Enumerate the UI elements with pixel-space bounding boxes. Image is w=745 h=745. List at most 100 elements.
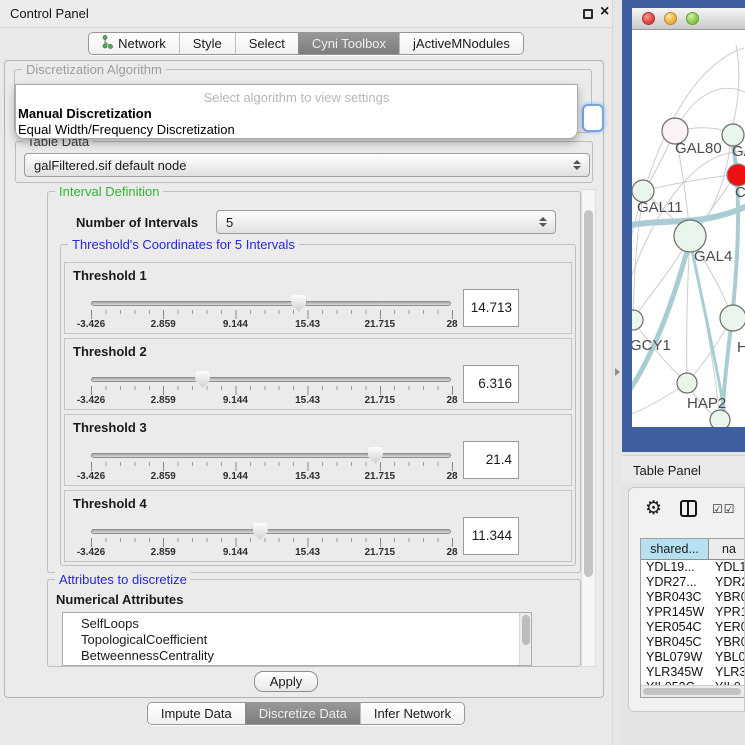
control-panel-titlebar: Control Panel × bbox=[0, 0, 612, 28]
node-red[interactable] bbox=[727, 164, 745, 186]
table-panel-toolbar: ⚙ ☑☑ bbox=[629, 488, 745, 532]
spinner-icon bbox=[573, 160, 581, 170]
number-of-intervals-label: Number of Intervals bbox=[76, 215, 198, 230]
dropdown-item-equal-width[interactable]: Equal Width/Frequency Discretization bbox=[18, 122, 235, 137]
tab-network[interactable]: Network bbox=[89, 33, 179, 54]
threshold-slider-track[interactable] bbox=[91, 529, 451, 534]
threshold-row: Threshold 4 -3.426 2.859 9.144 15.43 21.… bbox=[64, 490, 572, 562]
tab-jactivemnodules[interactable]: jActiveMNodules bbox=[399, 33, 523, 54]
tick-label: 28 bbox=[446, 319, 457, 330]
column-header-shared-name[interactable]: shared... bbox=[641, 539, 709, 560]
tick-label: -3.426 bbox=[77, 395, 105, 406]
attributes-list[interactable]: SelfLoops TopologicalCoefficient Between… bbox=[62, 612, 532, 666]
tick-label: 9.144 bbox=[223, 471, 248, 482]
attribute-list-item[interactable]: TopologicalCoefficient bbox=[63, 632, 518, 648]
zoom-traffic-light[interactable] bbox=[686, 12, 699, 25]
table-row[interactable]: YBR045C YBR0 bbox=[641, 635, 745, 650]
table-row[interactable]: YPR145W YPR1 bbox=[641, 605, 745, 620]
interval-definition-group: Interval Definition Number of Intervals … bbox=[47, 191, 581, 573]
threshold-value-field[interactable]: 11.344 bbox=[463, 517, 519, 555]
tick-label: 2.859 bbox=[151, 547, 176, 558]
tab-impute-data[interactable]: Impute Data bbox=[148, 703, 245, 724]
slider-tick-labels: -3.426 2.859 9.144 15.43 21.715 28 bbox=[91, 395, 452, 407]
table-data-combobox[interactable]: galFiltered.sif default node bbox=[24, 153, 590, 177]
tab-infer-network[interactable]: Infer Network bbox=[360, 703, 464, 724]
node-hap2[interactable] bbox=[677, 373, 697, 393]
table-panel-titlebar: Table Panel bbox=[622, 455, 745, 483]
table-row[interactable]: YLR345W YLR3 bbox=[641, 665, 745, 680]
network-canvas[interactable]: GAL80 GA C GAL11 GAL4 GCY1 H HAP2 bbox=[632, 30, 745, 427]
tick-label: 15.43 bbox=[295, 319, 320, 330]
network-window-titlebar[interactable] bbox=[632, 8, 745, 30]
label-hap2: HAP2 bbox=[687, 395, 726, 412]
tick-label: 9.144 bbox=[223, 547, 248, 558]
close-icon[interactable]: × bbox=[600, 3, 609, 21]
node-table: shared... na YDL19... YDL1 YDR27... YDR2… bbox=[640, 538, 745, 698]
attribute-list-item[interactable]: BetweennessCentrality bbox=[63, 648, 518, 664]
threshold-label: Threshold 4 bbox=[73, 496, 147, 511]
slider-tick-labels: -3.426 2.859 9.144 15.43 21.715 28 bbox=[91, 319, 452, 331]
table-row[interactable]: YER054C YER0 bbox=[641, 620, 745, 635]
label-partial-c: C bbox=[735, 184, 745, 201]
table-row[interactable]: YDR27... YDR2 bbox=[641, 575, 745, 590]
node-gcy1[interactable] bbox=[632, 310, 643, 330]
tick-label: 21.715 bbox=[365, 547, 396, 558]
tick-label: 15.43 bbox=[295, 395, 320, 406]
columns-icon[interactable] bbox=[680, 500, 697, 517]
node-bottom[interactable] bbox=[710, 410, 730, 427]
label-gcy1: GCY1 bbox=[632, 337, 671, 354]
slider-ticks bbox=[91, 386, 453, 395]
panel-title: Control Panel bbox=[10, 6, 89, 21]
column-header-name[interactable]: na bbox=[709, 539, 745, 560]
gear-icon[interactable]: ⚙ bbox=[645, 497, 662, 519]
table-row[interactable]: YBL079W YBL0 bbox=[641, 650, 745, 665]
number-of-intervals-combobox[interactable]: 5 bbox=[216, 210, 556, 234]
threshold-row: Threshold 1 -3.426 2.859 9.144 15.43 21.… bbox=[64, 262, 572, 334]
attributes-scrollbar[interactable] bbox=[519, 613, 531, 665]
apply-button[interactable]: Apply bbox=[254, 671, 318, 692]
panel-divider-handle[interactable] bbox=[615, 368, 620, 376]
panel-divider[interactable] bbox=[612, 0, 622, 745]
tab-discretize-data[interactable]: Discretize Data bbox=[245, 703, 360, 724]
scrollbar-thumb[interactable] bbox=[584, 210, 593, 577]
node-right-mid[interactable] bbox=[720, 305, 745, 331]
tab-cyni-toolbox[interactable]: Cyni Toolbox bbox=[298, 33, 399, 54]
network-window: GAL80 GA C GAL11 GAL4 GCY1 H HAP2 bbox=[632, 8, 745, 427]
table-header: shared... na bbox=[641, 539, 745, 560]
table-row[interactable]: YDL19... YDL1 bbox=[641, 560, 745, 575]
table-data-group: Table Data galFiltered.sif default node bbox=[15, 141, 593, 183]
group-title: Discretization Algorithm bbox=[22, 62, 166, 77]
threshold-slider-track[interactable] bbox=[91, 453, 451, 458]
select-columns-icons[interactable]: ☑☑ bbox=[712, 502, 736, 516]
threshold-value-field[interactable]: 6.316 bbox=[463, 365, 519, 403]
threshold-value-field[interactable]: 21.4 bbox=[463, 441, 519, 479]
close-traffic-light[interactable] bbox=[642, 12, 655, 25]
tick-label: 15.43 bbox=[295, 547, 320, 558]
tick-label: 28 bbox=[446, 471, 457, 482]
scrollbar-thumb[interactable] bbox=[643, 688, 741, 695]
group-title: Threshold's Coordinates for 5 Intervals bbox=[68, 237, 299, 252]
table-rows: YDL19... YDL1 YDR27... YDR2 YBR043C YBR0… bbox=[641, 560, 745, 685]
main-vertical-scrollbar[interactable] bbox=[581, 189, 596, 667]
threshold-value-field[interactable]: 14.713 bbox=[463, 289, 519, 327]
threshold-label: Threshold 3 bbox=[73, 420, 147, 435]
algorithm-combobox[interactable] bbox=[582, 104, 604, 132]
table-panel: ⚙ ☑☑ shared... na YDL19... YDL1 YDR27...… bbox=[628, 487, 745, 712]
tick-label: 2.859 bbox=[151, 395, 176, 406]
table-horizontal-scrollbar[interactable] bbox=[641, 685, 745, 697]
label-gal80: GAL80 bbox=[675, 140, 722, 157]
dropdown-item-manual[interactable]: Manual Discretization bbox=[18, 106, 152, 121]
threshold-rows: Threshold 1 -3.426 2.859 9.144 15.43 21.… bbox=[64, 262, 572, 566]
minimize-traffic-light[interactable] bbox=[664, 12, 677, 25]
tab-select[interactable]: Select bbox=[235, 33, 298, 54]
attribute-list-item[interactable]: SelfLoops bbox=[63, 616, 518, 632]
threshold-slider-track[interactable] bbox=[91, 301, 451, 306]
float-icon[interactable] bbox=[583, 9, 593, 19]
slider-ticks bbox=[91, 310, 453, 319]
threshold-row: Threshold 3 -3.426 2.859 9.144 15.43 21.… bbox=[64, 414, 572, 486]
spinner-icon bbox=[539, 217, 547, 227]
table-row[interactable]: YBR043C YBR0 bbox=[641, 590, 745, 605]
bottom-tabbar: Impute Data Discretize Data Infer Networ… bbox=[0, 702, 612, 725]
threshold-slider-track[interactable] bbox=[91, 377, 451, 382]
tab-style[interactable]: Style bbox=[179, 33, 235, 54]
